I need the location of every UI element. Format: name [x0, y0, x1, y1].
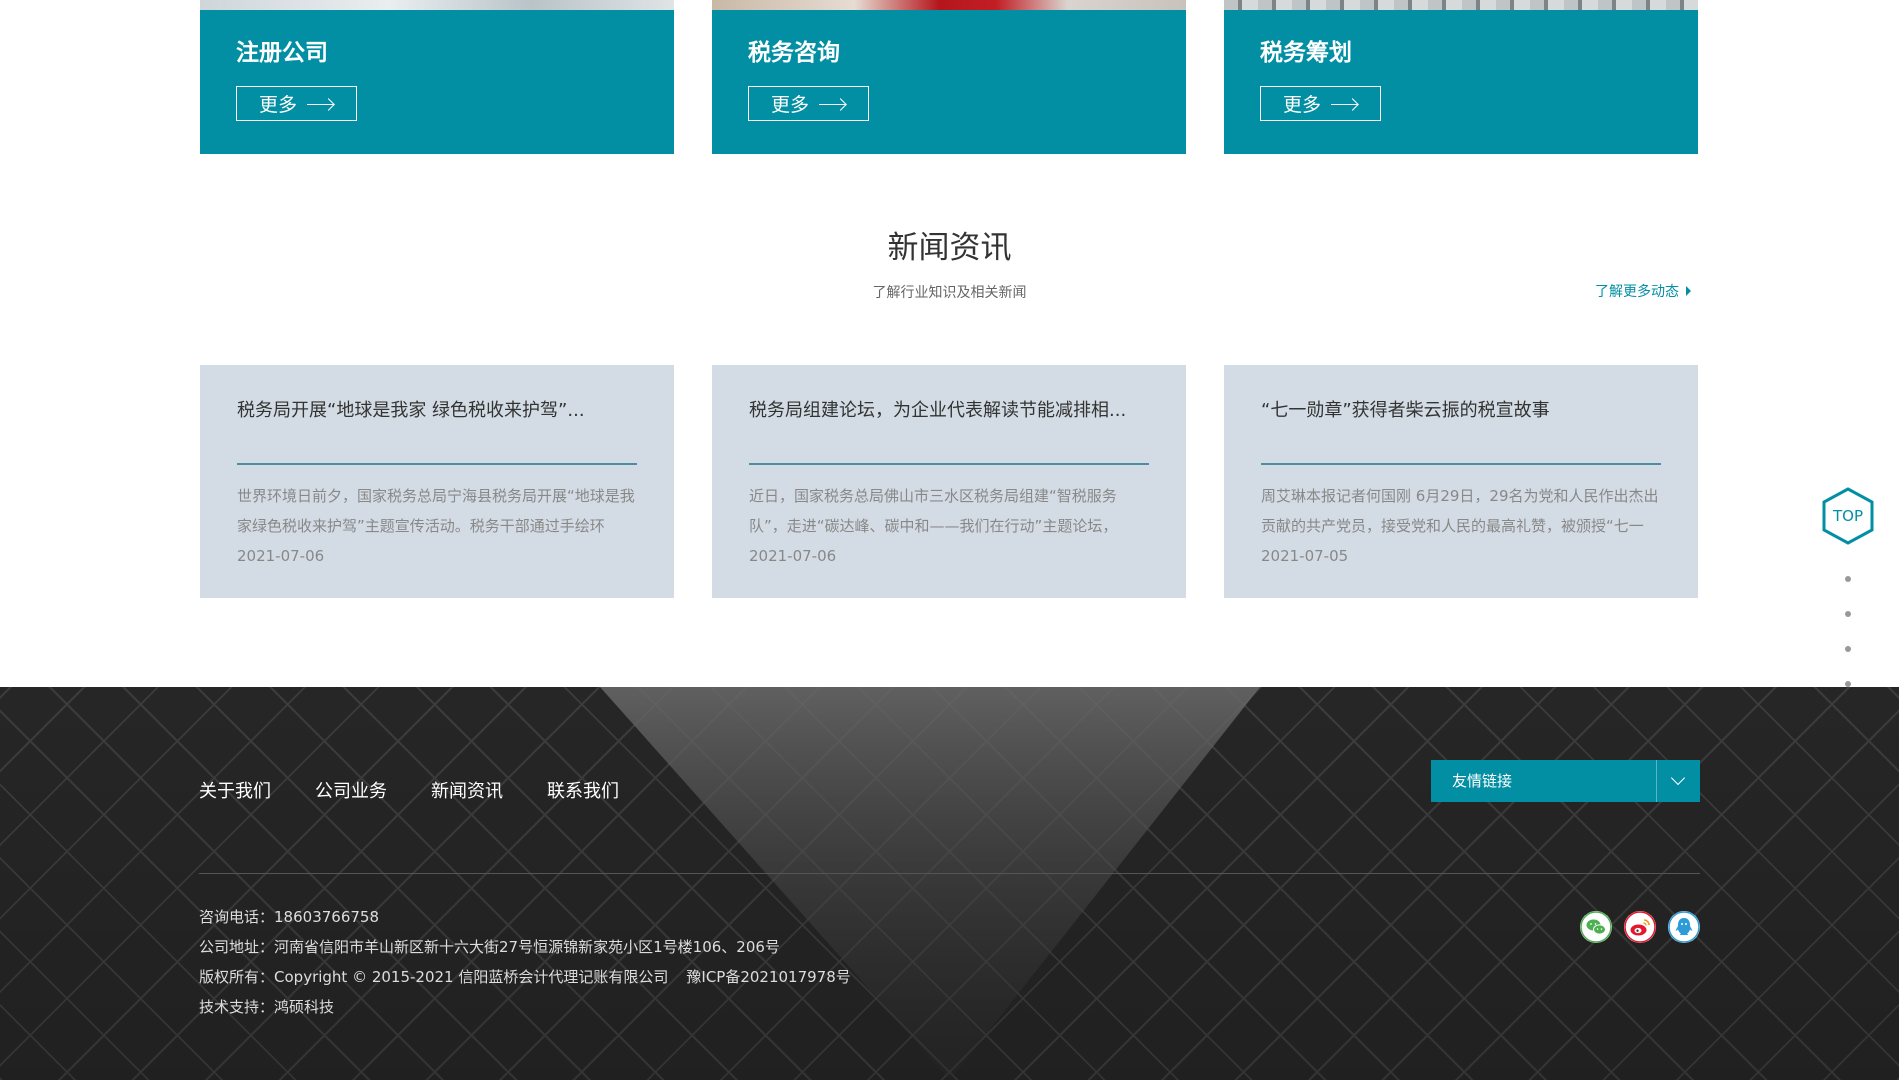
news-title[interactable]: 税务局组建论坛，为企业代表解读节能减排相... [749, 396, 1149, 422]
news-card[interactable]: 税务局开展“地球是我家 绿色税收来护驾”... 世界环境日前夕，国家税务总局宁海… [200, 365, 674, 598]
arrow-right-icon [819, 98, 847, 110]
back-to-top-label: TOP [1832, 507, 1863, 525]
footer-nav: 关于我们 公司业务 新闻资讯 联系我们 [199, 777, 663, 803]
chevron-down-icon [1670, 770, 1686, 786]
chevron-right-icon [1686, 286, 1691, 296]
copyright-text: Copyright © 2015-2021 信阳蓝桥会计代理记账有限公司 [274, 968, 669, 986]
service-image [712, 0, 1186, 10]
side-nav-dot[interactable] [1845, 611, 1851, 617]
divider [749, 463, 1149, 465]
more-button-label: 更多 [771, 94, 810, 116]
news-title[interactable]: “七一勋章”获得者柴云振的税宣故事 [1261, 396, 1661, 422]
more-news-link[interactable]: 了解更多动态 [1595, 281, 1691, 301]
friend-links-label: 友情链接 [1452, 772, 1513, 790]
footer-nav-about[interactable]: 关于我们 [199, 777, 271, 803]
copyright-label: 版权所有： [199, 968, 275, 986]
more-button[interactable]: 更多 [748, 86, 869, 121]
service-title: 税务咨询 [748, 40, 840, 66]
footer-nav-contact[interactable]: 联系我们 [547, 777, 619, 803]
service-card-tax-planning[interactable]: 税务筹划 更多 [1224, 0, 1698, 154]
news-excerpt: 近日，国家税务总局佛山市三水区税务局组建“智税服务队”，走进“碳达峰、碳中和——… [749, 487, 1118, 535]
news-heading: 新闻资讯 [887, 230, 1012, 266]
divider [237, 463, 637, 465]
more-button-label: 更多 [1283, 94, 1322, 116]
more-news-label: 了解更多动态 [1595, 284, 1679, 300]
icp-link[interactable]: 豫ICP备2021017978号 [686, 968, 850, 986]
wechat-icon[interactable] [1580, 911, 1612, 943]
news-excerpt: 世界环境日前夕，国家税务总局宁海县税务局开展“地球是我家绿色税收来护驾”主题宣传… [237, 487, 635, 535]
news-card[interactable]: 税务局组建论坛，为企业代表解读节能减排相... 近日，国家税务总局佛山市三水区税… [712, 365, 1186, 598]
weibo-icon[interactable] [1624, 911, 1656, 943]
address-text: 河南省信阳市羊山新区新十六大街27号恒源锦新家苑小区1号楼106、206号 [274, 938, 780, 956]
footer-nav-news[interactable]: 新闻资讯 [431, 777, 503, 803]
news-excerpt: 周艾琳本报记者何国刚 6月29日，29名为党和人民作出杰出贡献的共产党员，接受党… [1261, 487, 1659, 535]
friend-links-select[interactable]: 友情链接 [1431, 760, 1700, 802]
qq-icon[interactable] [1668, 911, 1700, 943]
phone-line: 咨询电话：18603766758 [199, 902, 851, 932]
more-button[interactable]: 更多 [1260, 86, 1381, 121]
news-date: 2021-07-06 [237, 547, 325, 565]
arrow-right-icon [307, 98, 335, 110]
friend-links-toggle[interactable] [1656, 760, 1700, 802]
more-button[interactable]: 更多 [236, 86, 357, 121]
divider [1261, 463, 1661, 465]
side-nav-dot[interactable] [1845, 646, 1851, 652]
back-to-top-button[interactable]: TOP [1821, 486, 1875, 546]
support-label: 技术支持： [199, 998, 275, 1016]
phone-number: 18603766758 [274, 908, 379, 926]
address-label: 公司地址： [199, 938, 275, 956]
news-card[interactable]: “七一勋章”获得者柴云振的税宣故事 周艾琳本报记者何国刚 6月29日，29名为党… [1224, 365, 1698, 598]
more-button-label: 更多 [259, 94, 298, 116]
side-nav-dot[interactable] [1845, 576, 1851, 582]
footer-info: 咨询电话：18603766758 公司地址：河南省信阳市羊山新区新十六大街27号… [199, 902, 851, 1022]
copyright-line: 版权所有：Copyright © 2015-2021 信阳蓝桥会计代理记账有限公… [199, 962, 851, 992]
footer-divider [199, 873, 1700, 874]
arrow-right-icon [1331, 98, 1359, 110]
service-title: 注册公司 [236, 40, 328, 66]
service-image [200, 0, 674, 10]
service-cards: 注册公司 更多 税务咨询 更多 税务筹划 更多 [200, 0, 1698, 154]
footer-nav-business[interactable]: 公司业务 [315, 777, 387, 803]
news-date: 2021-07-06 [749, 547, 837, 565]
support-line: 技术支持：鸿硕科技 [199, 992, 851, 1022]
news-date: 2021-07-05 [1261, 547, 1349, 565]
support-text: 鸿硕科技 [274, 998, 335, 1016]
news-title[interactable]: 税务局开展“地球是我家 绿色税收来护驾”... [237, 396, 637, 422]
phone-label: 咨询电话： [199, 908, 275, 926]
service-card-register[interactable]: 注册公司 更多 [200, 0, 674, 154]
service-image [1224, 0, 1698, 10]
service-title: 税务筹划 [1260, 40, 1352, 66]
address-line: 公司地址：河南省信阳市羊山新区新十六大街27号恒源锦新家苑小区1号楼106、20… [199, 932, 851, 962]
footer: 关于我们 公司业务 新闻资讯 联系我们 友情链接 咨询电话：1860376675… [0, 687, 1899, 1080]
service-card-tax-consulting[interactable]: 税务咨询 更多 [712, 0, 1186, 154]
